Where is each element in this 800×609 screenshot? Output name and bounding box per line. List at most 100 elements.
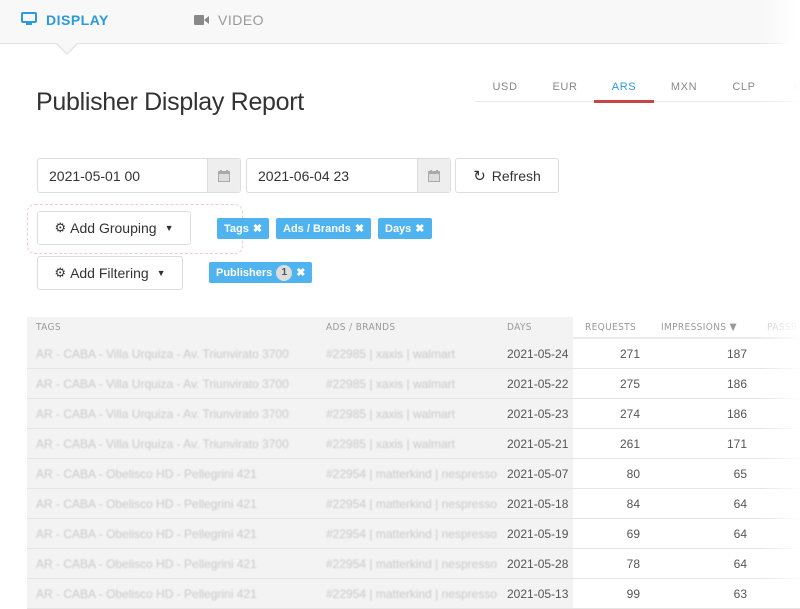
cell-impressions: 186 [726, 407, 747, 421]
top-nav: DISPLAY VIDEO [0, 0, 800, 44]
cell-impressions: 63 [733, 587, 747, 601]
cell-ad-brand: #22954 | matterkind | nespresso [326, 527, 497, 541]
add-grouping-button[interactable]: ⚙ Add Grouping ▼ [37, 211, 191, 245]
cell-impressions: 171 [726, 437, 747, 451]
start-date-field [37, 158, 241, 193]
cell-day: 2021-05-28 [507, 557, 569, 571]
cell-impressions: 64 [733, 527, 747, 541]
currency-tab-clp[interactable]: CLP [714, 81, 774, 93]
grouping-chip-days: Days ✖ [378, 218, 432, 239]
tab-display-label: DISPLAY [46, 12, 109, 28]
cell-tag: AR - CABA - Obelisco HD - Pellegrini 421 [36, 497, 257, 511]
table-row: AR - CABA - Obelisco HD - Pellegrini 421… [27, 489, 800, 519]
column-header-days[interactable]: DAYS [507, 322, 532, 333]
cell-day: 2021-05-19 [507, 527, 569, 541]
cell-day: 2021-05-22 [507, 377, 569, 391]
grouping-chip-tags: Tags ✖ [217, 218, 270, 239]
monitor-icon [21, 11, 37, 29]
tab-display[interactable]: DISPLAY [21, 10, 109, 30]
cell-ad-brand: #22954 | matterkind | nespresso [326, 467, 497, 481]
impressions-label: IMPRESSIONS [661, 322, 727, 333]
cell-requests: 99 [626, 587, 640, 601]
filter-chip-publishers: Publishers 1 ✖ [209, 262, 313, 283]
cell-day: 2021-05-23 [507, 407, 569, 421]
table-row: AR - CABA - Obelisco HD - Pellegrini 421… [27, 579, 800, 609]
remove-icon[interactable]: ✖ [253, 222, 262, 235]
cell-requests: 80 [626, 467, 640, 481]
add-filtering-label: Add Filtering [70, 265, 149, 281]
currency-tab-more[interactable]: R [768, 81, 800, 93]
add-filtering-button[interactable]: ⚙ Add Filtering ▼ [37, 256, 183, 290]
cell-ad-brand: #22985 | xaxis | walmart [326, 347, 455, 361]
table-row: AR - CABA - Obelisco HD - Pellegrini 421… [27, 549, 800, 579]
cell-tag: AR - CABA - Villa Urquiza - Av. Triunvir… [36, 377, 289, 391]
refresh-icon: ↻ [473, 167, 486, 185]
remove-icon[interactable]: ✖ [355, 222, 364, 235]
currency-tab-mxn[interactable]: MXN [654, 81, 714, 93]
currency-tab-eur[interactable]: EUR [535, 81, 595, 93]
column-header-requests[interactable]: REQUESTS [585, 322, 636, 333]
cell-requests: 84 [626, 497, 640, 511]
column-header-ads-brands[interactable]: ADS / BRANDS [326, 322, 395, 333]
tab-video[interactable]: VIDEO [194, 10, 264, 30]
cell-day: 2021-05-07 [507, 467, 569, 481]
currency-tab-usd[interactable]: USD [475, 81, 535, 93]
tab-video-label: VIDEO [218, 12, 265, 28]
report-table: TAGS ADS / BRANDS DAYS REQUESTS IMPRESSI… [27, 317, 800, 609]
gear-icon: ⚙ [54, 265, 67, 280]
column-header-tags[interactable]: TAGS [36, 322, 61, 333]
currency-tab-ars[interactable]: ARS [594, 81, 654, 93]
cell-ad-brand: #22985 | xaxis | walmart [326, 377, 455, 391]
cell-tag: AR - CABA - Obelisco HD - Pellegrini 421 [36, 557, 257, 571]
table-row: AR - CABA - Villa Urquiza - Av. Triunvir… [27, 429, 800, 459]
cell-requests: 275 [619, 377, 640, 391]
cell-impressions: 64 [733, 557, 747, 571]
column-header-impressions[interactable]: IMPRESSIONS ▼ [661, 322, 737, 333]
calendar-icon[interactable] [417, 159, 450, 192]
table-row: AR - CABA - Obelisco HD - Pellegrini 421… [27, 519, 800, 549]
refresh-button[interactable]: ↻ Refresh [455, 158, 559, 193]
end-date-field [246, 158, 451, 193]
remove-icon[interactable]: ✖ [296, 266, 305, 279]
cell-ad-brand: #22985 | xaxis | walmart [326, 407, 455, 421]
end-date-input[interactable] [247, 159, 417, 192]
table-row: AR - CABA - Villa Urquiza - Av. Triunvir… [27, 339, 800, 369]
active-tab-caret [56, 43, 78, 55]
cell-ad-brand: #22985 | xaxis | walmart [326, 437, 455, 451]
chip-label: Days [385, 222, 412, 235]
grouping-chip-ads-brands: Ads / Brands ✖ [276, 218, 372, 239]
cell-requests: 271 [619, 347, 640, 361]
page-title: Publisher Display Report [36, 88, 304, 116]
cell-ad-brand: #22954 | matterkind | nespresso [326, 587, 497, 601]
cell-requests: 274 [619, 407, 640, 421]
column-header-passback[interactable]: PASSB [767, 322, 797, 333]
table-body: AR - CABA - Villa Urquiza - Av. Triunvir… [27, 339, 800, 609]
cell-ad-brand: #22954 | matterkind | nespresso [326, 497, 497, 511]
chip-label: Tags [224, 222, 249, 235]
currency-active-underline [594, 100, 654, 103]
cell-day: 2021-05-21 [507, 437, 569, 451]
cell-requests: 261 [619, 437, 640, 451]
caret-down-icon: ▼ [164, 223, 174, 233]
video-camera-icon [194, 12, 209, 28]
sort-desc-icon: ▼ [729, 322, 737, 333]
cell-impressions: 187 [726, 347, 747, 361]
cell-requests: 78 [626, 557, 640, 571]
caret-down-icon: ▼ [156, 268, 166, 278]
remove-icon[interactable]: ✖ [415, 222, 424, 235]
cell-impressions: 65 [733, 467, 747, 481]
table-row: AR - CABA - Villa Urquiza - Av. Triunvir… [27, 369, 800, 399]
chip-label: Ads / Brands [283, 222, 351, 235]
cell-tag: AR - CABA - Villa Urquiza - Av. Triunvir… [36, 347, 289, 361]
filter-count-badge: 1 [276, 264, 293, 281]
nav-fade [782, 0, 800, 44]
start-date-input[interactable] [38, 159, 207, 192]
refresh-label: Refresh [491, 167, 541, 184]
cell-tag: AR - CABA - Obelisco HD - Pellegrini 421 [36, 527, 257, 541]
cell-tag: AR - CABA - Villa Urquiza - Av. Triunvir… [36, 437, 289, 451]
cell-tag: AR - CABA - Obelisco HD - Pellegrini 421 [36, 587, 257, 601]
cell-ad-brand: #22954 | matterkind | nespresso [326, 557, 497, 571]
calendar-icon[interactable] [207, 159, 240, 192]
chip-label: Publishers [216, 266, 273, 279]
cell-tag: AR - CABA - Obelisco HD - Pellegrini 421 [36, 467, 257, 481]
